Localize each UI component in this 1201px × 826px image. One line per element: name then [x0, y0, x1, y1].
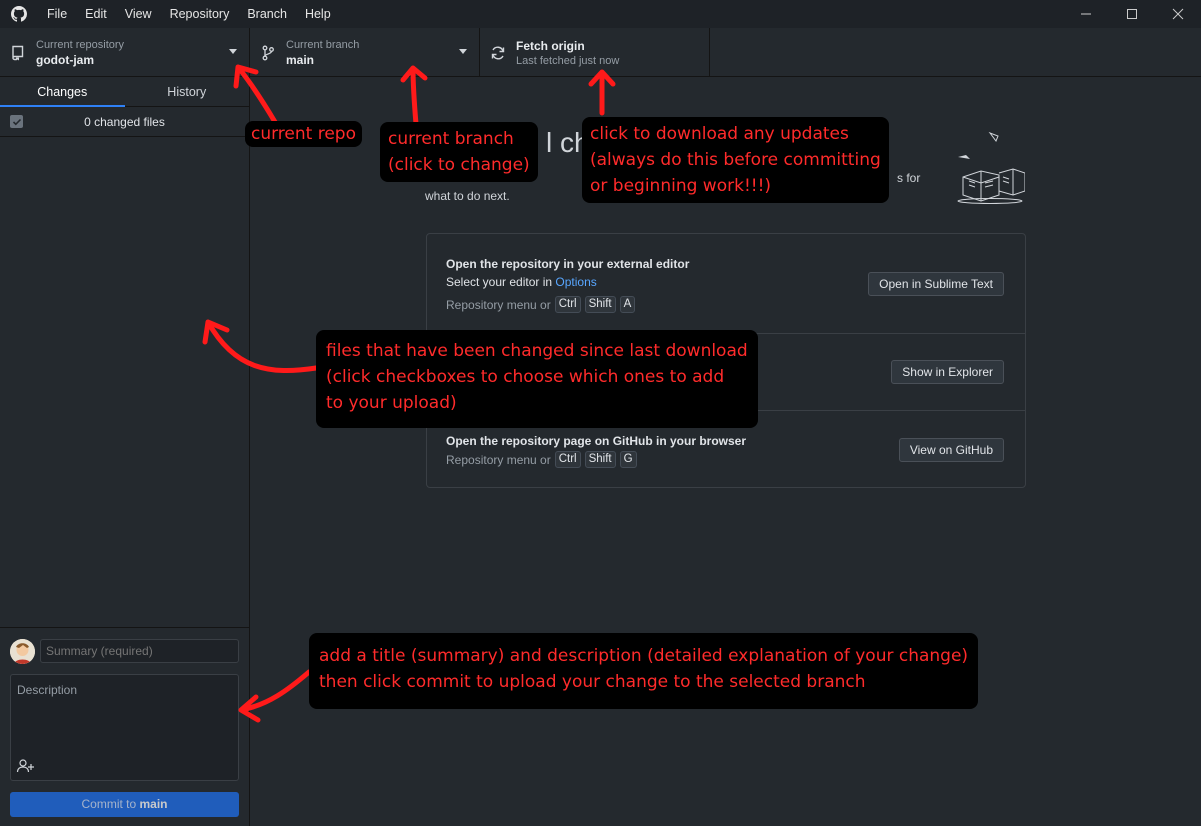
- toolbar: Current repository godot-jam Current bra…: [0, 28, 1201, 77]
- sync-icon: [480, 45, 516, 61]
- current-repository-button[interactable]: Current repository godot-jam: [0, 28, 250, 77]
- action-title: Open the repository page on GitHub in yo…: [446, 434, 747, 448]
- annotation-changed-files: files that have been changed since last …: [316, 330, 758, 428]
- github-logo-icon: [0, 0, 38, 28]
- key-ctrl: Ctrl: [554, 451, 581, 468]
- changed-files-count: 0 changed files: [84, 114, 165, 129]
- commit-button[interactable]: Commit to main: [10, 792, 239, 817]
- current-repository-value: godot-jam: [36, 52, 94, 67]
- close-icon[interactable]: [1155, 0, 1201, 28]
- avatar: [10, 639, 35, 664]
- branch-icon: [250, 45, 286, 61]
- tab-history[interactable]: History: [125, 77, 250, 106]
- key-shift: Shift: [584, 451, 616, 468]
- annotation-current-branch: current branch (click to change): [380, 122, 538, 182]
- action-shortcut: Repository menu or Ctrl Shift A: [446, 296, 636, 313]
- description-placeholder: Description: [17, 683, 78, 697]
- current-branch-value: main: [286, 52, 315, 67]
- key-ctrl: Ctrl: [554, 296, 581, 313]
- current-branch-label: Current branch: [286, 38, 360, 51]
- shortcut-prefix: Repository menu or: [446, 452, 551, 467]
- view-on-github-button[interactable]: View on GitHub: [898, 438, 1004, 462]
- action-open-editor: Open the repository in your external edi…: [427, 234, 1025, 334]
- menu-repository[interactable]: Repository: [161, 0, 239, 28]
- key-g: G: [619, 451, 637, 468]
- maximize-icon[interactable]: [1109, 0, 1155, 28]
- current-repository-label: Current repository: [36, 38, 125, 51]
- summary-input[interactable]: [40, 639, 239, 663]
- tab-changes[interactable]: Changes: [0, 77, 125, 107]
- window-controls: [1063, 0, 1201, 28]
- title-bar: File Edit View Repository Branch Help: [0, 0, 1201, 28]
- fetch-origin-title: Fetch origin: [516, 38, 585, 53]
- caret-down-icon: [459, 49, 467, 54]
- menu-help[interactable]: Help: [296, 0, 340, 28]
- action-subtitle-text: Select your editor in: [446, 275, 556, 289]
- options-link[interactable]: Options: [555, 275, 596, 289]
- last-fetched-text: Last fetched just now: [516, 54, 620, 67]
- add-coauthor-icon[interactable]: [16, 758, 36, 774]
- annotation-commit: add a title (summary) and description (d…: [309, 633, 979, 709]
- commit-button-branch: main: [139, 797, 168, 811]
- caret-down-icon: [229, 49, 237, 54]
- fetch-origin-button[interactable]: Fetch origin Last fetched just now: [480, 28, 710, 77]
- sidebar: Changes History 0 changed files Descript…: [0, 77, 250, 826]
- sidebar-tabs: Changes History: [0, 77, 249, 107]
- select-all-checkbox[interactable]: [10, 115, 23, 128]
- action-shortcut: Repository menu or Ctrl Shift G: [446, 451, 637, 468]
- annotation-fetch: click to download any updates (always do…: [582, 117, 889, 203]
- key-a: A: [619, 296, 636, 313]
- commit-area: Description Commit to main: [0, 627, 249, 826]
- description-fragment-2: s for: [897, 171, 921, 185]
- menu-branch[interactable]: Branch: [238, 0, 296, 28]
- action-subtitle: Select your editor in Options: [446, 275, 597, 289]
- key-shift: Shift: [584, 296, 616, 313]
- action-title: Open the repository in your external edi…: [446, 257, 690, 271]
- menu-view[interactable]: View: [116, 0, 161, 28]
- current-branch-button[interactable]: Current branch main: [250, 28, 480, 77]
- show-in-explorer-button[interactable]: Show in Explorer: [891, 360, 1004, 384]
- description-line-2: what to do next.: [425, 189, 510, 203]
- changes-header: 0 changed files: [0, 107, 249, 137]
- description-field[interactable]: Description: [10, 674, 239, 781]
- open-in-sublime-button[interactable]: Open in Sublime Text: [868, 272, 1004, 296]
- empty-state-illustration: [955, 129, 1026, 204]
- minimize-icon[interactable]: [1063, 0, 1109, 28]
- shortcut-prefix: Repository menu or: [446, 297, 551, 312]
- commit-button-prefix: Commit to: [81, 797, 140, 811]
- menu-edit[interactable]: Edit: [76, 0, 116, 28]
- annotation-current-repo: current repo: [245, 121, 362, 147]
- menu-bar: File Edit View Repository Branch Help: [38, 0, 340, 28]
- menu-file[interactable]: File: [38, 0, 76, 28]
- repo-icon: [0, 45, 36, 61]
